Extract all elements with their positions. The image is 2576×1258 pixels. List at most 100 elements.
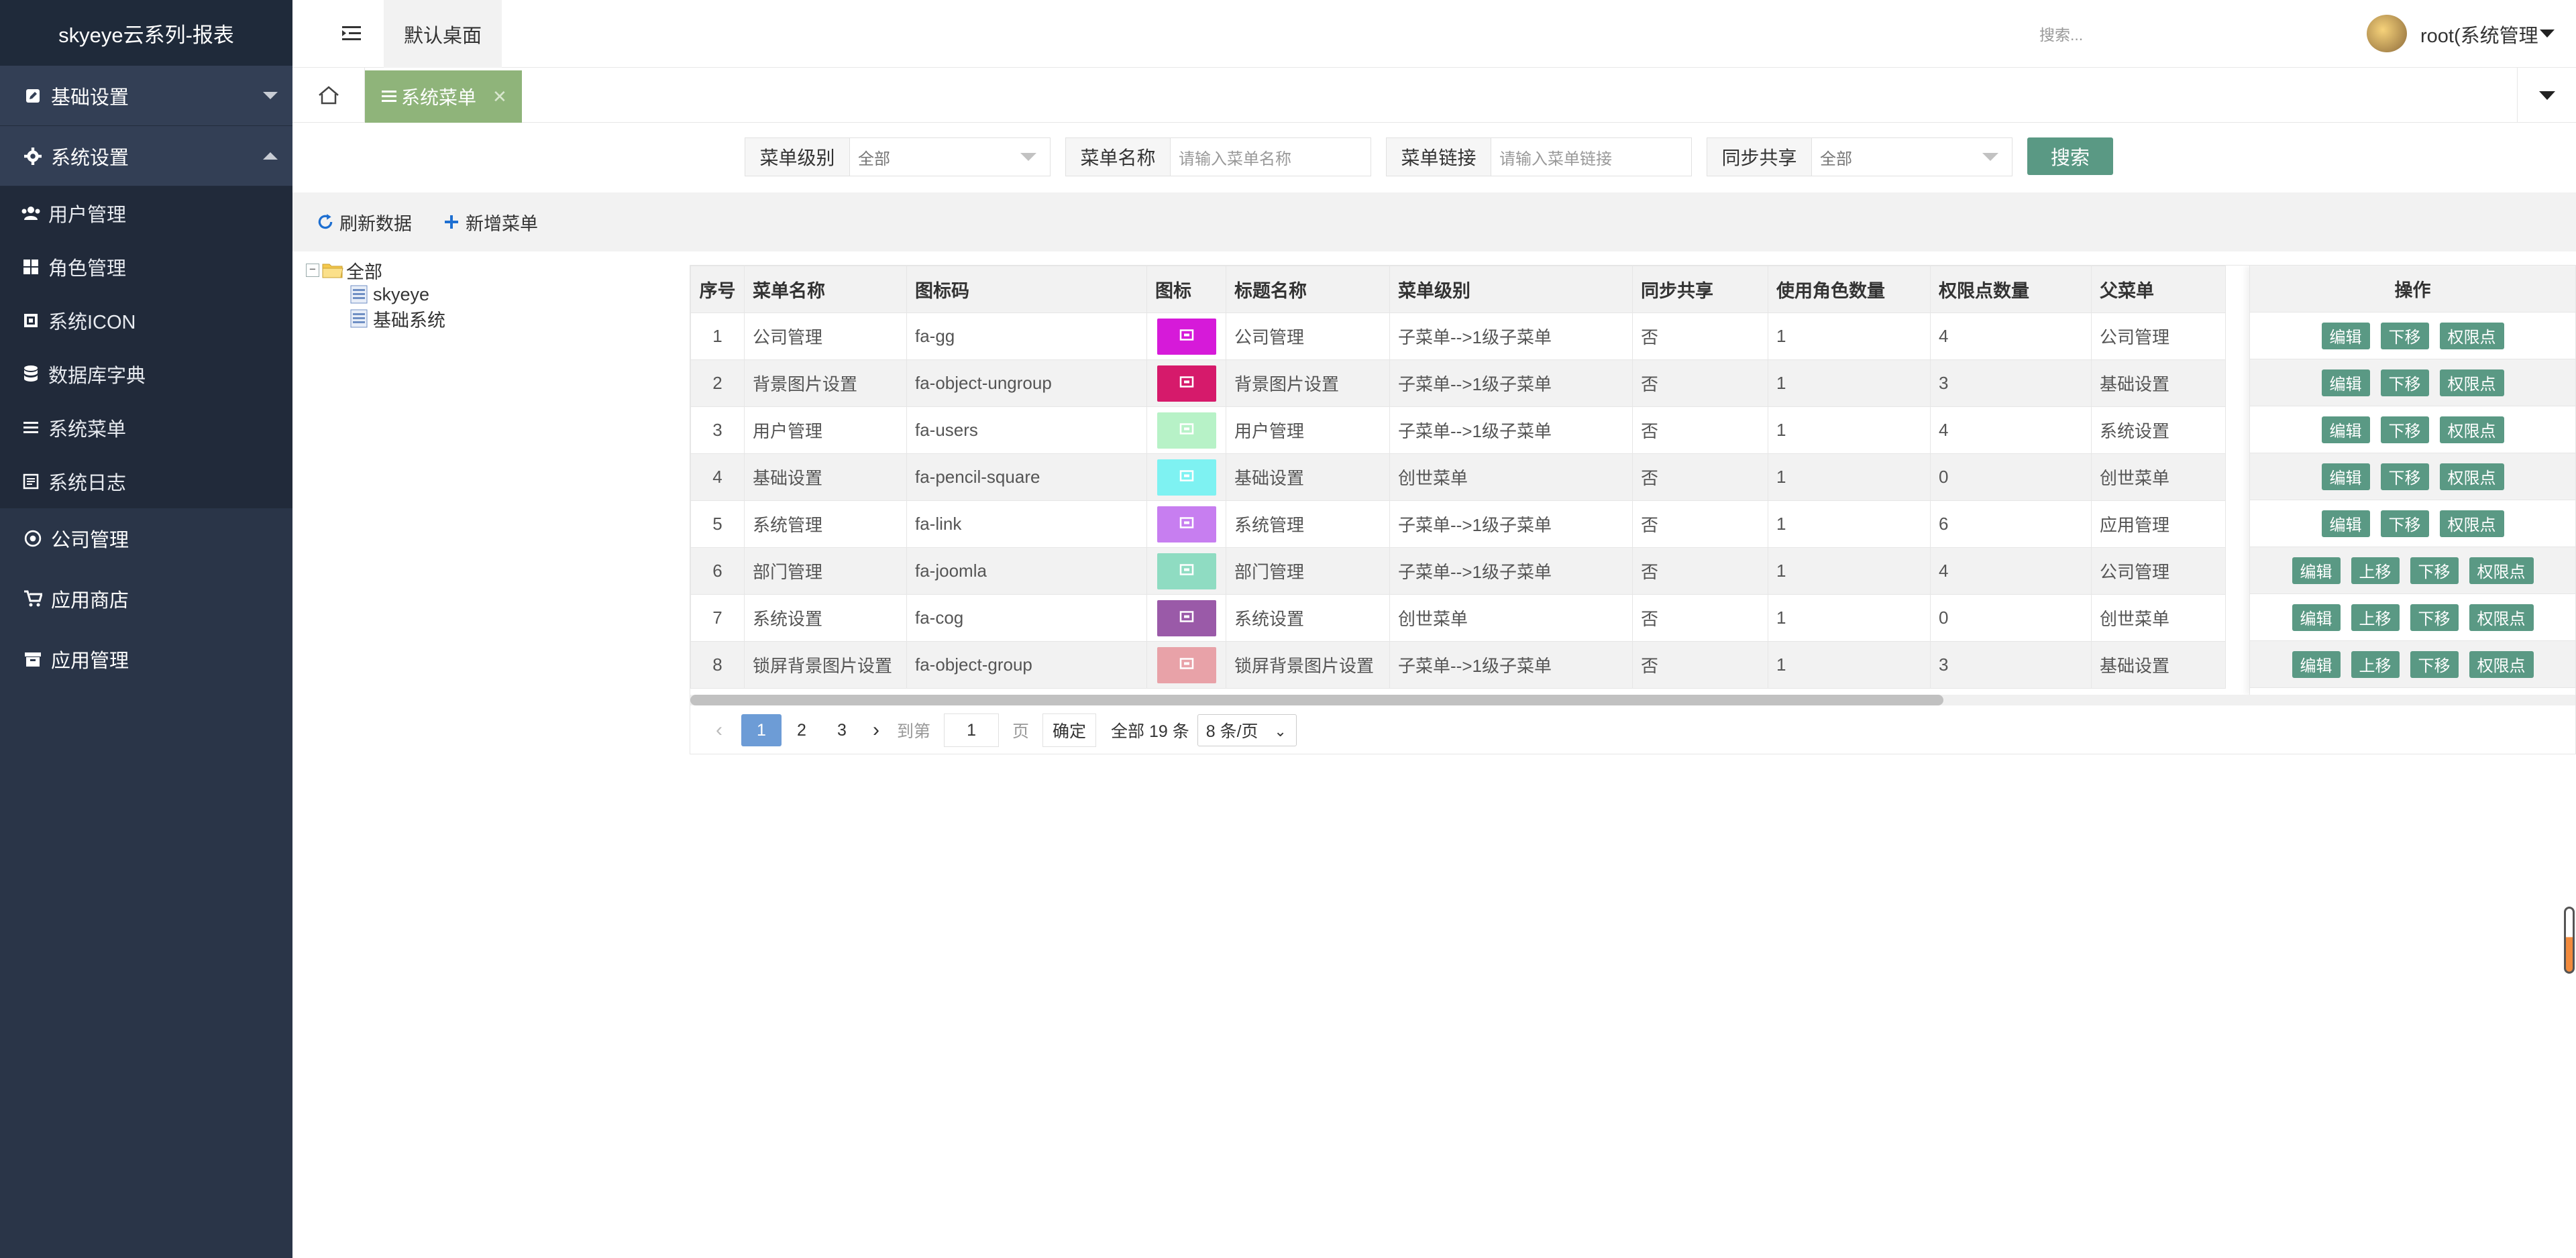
edit-button[interactable]: 编辑: [2321, 322, 2370, 349]
sidebar-item-icons[interactable]: 系统ICON: [0, 294, 292, 347]
table-row[interactable]: 6 部门管理 fa-joomla 部门管理 子菜单-->1级子菜单否 1 4 公司管理: [690, 547, 2226, 595]
permissions-button[interactable]: 权限点: [2469, 557, 2534, 584]
page-3[interactable]: 3: [822, 714, 862, 746]
sidebar-item-company[interactable]: 公司管理: [0, 508, 292, 569]
sidebar-item-app-store[interactable]: 应用商店: [0, 569, 292, 629]
avatar[interactable]: [2367, 15, 2407, 52]
sync-share-select[interactable]: 全部: [1812, 138, 2012, 176]
data-table: 序号 菜单名称 图标码 图标 标题名称 菜单级别 同步共享 使用角色数量 权限点…: [690, 266, 2226, 689]
add-menu-button[interactable]: 新增菜单: [441, 209, 538, 235]
global-search-input[interactable]: 搜索...: [2039, 19, 2200, 48]
col-header[interactable]: 使用角色数量: [1768, 266, 1931, 313]
edit-button[interactable]: 编辑: [2321, 463, 2370, 490]
move-up-button[interactable]: 上移: [2351, 557, 2400, 584]
move-down-button[interactable]: 下移: [2380, 510, 2429, 537]
permissions-button[interactable]: 权限点: [2469, 604, 2534, 631]
move-down-button[interactable]: 下移: [2380, 416, 2429, 443]
table-row[interactable]: 7 系统设置 fa-cog 系统设置 创世菜单否 1 0 创世菜单: [690, 594, 2226, 642]
sidebar-item-system-settings[interactable]: 系统设置: [0, 126, 292, 186]
sidebar-item-basic-settings[interactable]: 基础设置: [0, 66, 292, 126]
move-up-button[interactable]: 上移: [2351, 650, 2400, 678]
sidebar-item-label: 系统菜单: [48, 419, 127, 441]
edit-button[interactable]: 编辑: [2321, 369, 2370, 396]
permissions-button[interactable]: 权限点: [2439, 463, 2504, 490]
side-widget-scrollbar[interactable]: [2564, 907, 2575, 974]
menu-level-select[interactable]: 全部: [850, 138, 1050, 176]
move-down-button[interactable]: 下移: [2410, 650, 2459, 678]
refresh-button[interactable]: 刷新数据: [315, 209, 412, 235]
permissions-button[interactable]: 权限点: [2439, 510, 2504, 537]
sidebar-item-label: 系统日志: [48, 473, 127, 494]
menu-link-input[interactable]: 请输入菜单链接: [1491, 138, 1691, 176]
col-header[interactable]: 图标码: [906, 266, 1147, 313]
cell-name: 基础设置: [744, 453, 907, 501]
toolbar: 刷新数据 新增菜单: [292, 192, 2576, 251]
scrollbar-thumb[interactable]: [690, 695, 1943, 705]
col-header[interactable]: 父菜单: [2091, 266, 2226, 313]
move-down-button[interactable]: 下移: [2380, 369, 2429, 396]
table-row[interactable]: 3 用户管理 fa-users 用户管理 子菜单-->1级子菜单否 1 4 系统设置: [690, 406, 2226, 454]
table-row[interactable]: 8 锁屏背景图片设置 fa-object-group 锁屏背景图片设置 子菜单-->1级…: [690, 641, 2226, 689]
cell-roles: 1: [1768, 594, 1931, 642]
tree-collapse-icon[interactable]: −: [306, 264, 319, 277]
col-header[interactable]: 序号: [690, 266, 745, 313]
user-menu-caret-icon[interactable]: [2540, 30, 2555, 38]
col-header[interactable]: 菜单级别: [1389, 266, 1633, 313]
edit-button[interactable]: 编辑: [2321, 510, 2370, 537]
permissions-button[interactable]: 权限点: [2439, 322, 2504, 349]
col-header[interactable]: 权限点数量: [1930, 266, 2092, 313]
home-tab[interactable]: [292, 68, 365, 123]
col-header[interactable]: 标题名称: [1226, 266, 1390, 313]
tree-node-basic-system[interactable]: 基础系统: [306, 306, 507, 331]
table-row[interactable]: 2 背景图片设置 fa-object-ungroup 背景图片设置 子菜单-->1级子菜…: [690, 359, 2226, 407]
permissions-button[interactable]: 权限点: [2439, 369, 2504, 396]
edit-button[interactable]: 编辑: [2321, 416, 2370, 443]
sidebar-item-menus[interactable]: 系统菜单: [0, 401, 292, 455]
tab-system-menu[interactable]: 系统菜单 ✕: [365, 70, 522, 123]
tree-node-skyeye[interactable]: skyeye: [306, 282, 507, 306]
sidebar-item-dictionary[interactable]: 数据库字典: [0, 347, 292, 401]
move-down-button[interactable]: 下移: [2380, 322, 2429, 349]
sidebar-item-logs[interactable]: 系统日志: [0, 455, 292, 508]
permissions-button[interactable]: 权限点: [2439, 416, 2504, 443]
tab-default-desktop[interactable]: 默认桌面: [384, 0, 502, 68]
next-page-icon[interactable]: ›: [862, 716, 890, 745]
page-size-select[interactable]: 8 条/页 ⌄: [1197, 714, 1297, 746]
col-header[interactable]: 图标: [1146, 266, 1226, 313]
sidebar-item-roles[interactable]: 角色管理: [0, 240, 292, 294]
move-up-button[interactable]: 上移: [2351, 604, 2400, 631]
table-row[interactable]: 1 公司管理 fa-gg 公司管理 子菜单-->1级子菜单否 1 4 公司管理: [690, 312, 2226, 360]
horizontal-scrollbar[interactable]: [690, 695, 2575, 705]
edit-button[interactable]: 编辑: [2292, 557, 2341, 584]
menu-name-input[interactable]: 请输入菜单名称: [1171, 138, 1371, 176]
search-button[interactable]: 搜索: [2027, 137, 2113, 175]
move-down-button[interactable]: 下移: [2410, 557, 2459, 584]
page-1[interactable]: 1: [741, 714, 782, 746]
move-down-button[interactable]: 下移: [2410, 604, 2459, 631]
menu-toggle-icon[interactable]: [341, 23, 362, 44]
page-2[interactable]: 2: [782, 714, 822, 746]
cell-parent: 应用管理: [2091, 500, 2226, 548]
icon-preview-cell: [1146, 453, 1226, 501]
edit-button[interactable]: 编辑: [2292, 604, 2341, 631]
chevron-down-icon: [263, 92, 278, 99]
system-submenu: 用户管理 角色管理 系统ICON 数据库字典 系统菜单 系统日志: [0, 186, 292, 508]
sidebar-item-app-management[interactable]: 应用管理: [0, 629, 292, 689]
tab-more-button[interactable]: [2517, 68, 2576, 123]
prev-page-icon[interactable]: ‹: [705, 716, 733, 745]
edit-button[interactable]: 编辑: [2292, 650, 2341, 678]
move-down-button[interactable]: 下移: [2380, 463, 2429, 490]
table-row[interactable]: 5 系统管理 fa-link 系统管理 子菜单-->1级子菜单否 1 6 应用管理: [690, 500, 2226, 548]
permissions-button[interactable]: 权限点: [2469, 650, 2534, 678]
cell-name: 锁屏背景图片设置: [744, 641, 907, 689]
goto-confirm-button[interactable]: 确定: [1042, 713, 1097, 747]
close-icon[interactable]: ✕: [492, 87, 507, 107]
user-name[interactable]: root(系统管理: [2420, 20, 2541, 48]
tree-node-root[interactable]: − 全部: [306, 258, 507, 282]
col-header[interactable]: 同步共享: [1632, 266, 1768, 313]
sidebar-item-users[interactable]: 用户管理: [0, 186, 292, 240]
goto-page-input[interactable]: 1: [944, 713, 1000, 747]
cell-perms: 4: [1930, 547, 2092, 595]
table-row[interactable]: 4 基础设置 fa-pencil-square 基础设置 创世菜单否 1 0 创世菜单: [690, 453, 2226, 501]
col-header[interactable]: 菜单名称: [744, 266, 907, 313]
